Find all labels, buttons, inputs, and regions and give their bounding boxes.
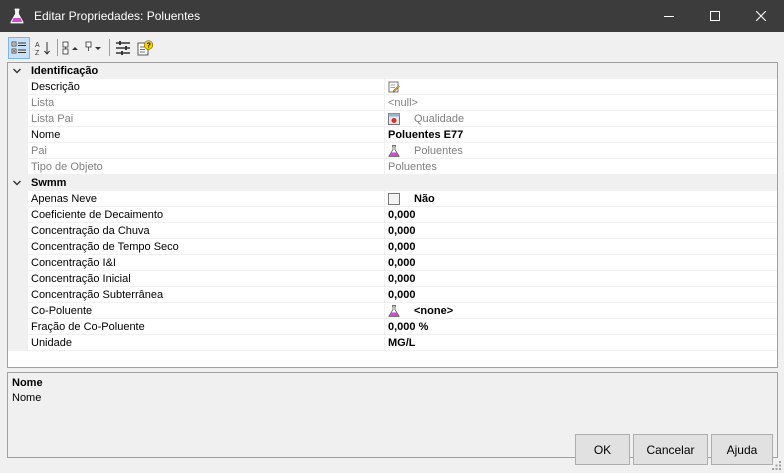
property-value[interactable]: MG/L — [388, 337, 416, 349]
sliders-icon — [116, 41, 130, 55]
property-row-nome[interactable]: Nome Poluentes E77 — [8, 127, 777, 143]
property-pages-button[interactable] — [113, 37, 133, 59]
property-name: Concentração da Chuva — [31, 225, 150, 237]
edit-icon[interactable] — [388, 81, 400, 93]
property-value[interactable]: 0,000 — [388, 273, 416, 285]
property-row-pai[interactable]: Pai Poluentes — [8, 143, 777, 159]
category-swmm[interactable]: Swmm — [8, 175, 777, 191]
property-name: Fração de Co-Poluente — [31, 321, 145, 333]
property-value[interactable]: 0,000 — [388, 257, 416, 269]
toolbar: A Z ? — [0, 32, 784, 62]
property-name: Descrição — [31, 81, 80, 93]
category-identificacao[interactable]: Identificação — [8, 63, 777, 79]
property-value[interactable]: 0,000 — [388, 209, 416, 221]
property-row-concentracao-subterranea[interactable]: Concentração Subterrânea 0,000 — [8, 287, 777, 303]
expand-all-button[interactable] — [61, 37, 81, 59]
property-name: Concentração de Tempo Seco — [31, 241, 179, 253]
svg-text:A: A — [35, 42, 40, 49]
apenas-neve-checkbox[interactable] — [388, 193, 400, 205]
property-value: Poluentes — [388, 161, 437, 173]
chevron-down-icon[interactable] — [12, 66, 22, 76]
property-value[interactable]: 0,000 % — [388, 321, 428, 333]
flask-icon — [10, 8, 24, 24]
property-name: Unidade — [31, 337, 72, 349]
property-row-apenas-neve[interactable]: Apenas Neve Não — [8, 191, 777, 207]
property-row-lista-pai[interactable]: Lista Pai Qualidade — [8, 111, 777, 127]
ok-button[interactable]: OK — [575, 434, 630, 465]
property-grid: Identificação Descrição Lista <null> Lis… — [7, 62, 778, 368]
category-label: Identificação — [31, 65, 99, 77]
resize-grip-icon[interactable] — [772, 461, 782, 471]
property-name: Concentração Subterrânea — [31, 289, 164, 301]
property-name: Concentração I&I — [31, 257, 116, 269]
collapse-all-button[interactable] — [84, 37, 104, 59]
maximize-button[interactable] — [692, 0, 738, 32]
svg-text:?: ? — [147, 43, 151, 50]
property-name: Apenas Neve — [31, 193, 98, 205]
categorized-view-button[interactable] — [8, 37, 30, 59]
property-value[interactable]: <none> — [388, 305, 453, 317]
property-row-coeficiente-de-decaimento[interactable]: Coeficiente de Decaimento 0,000 — [8, 207, 777, 223]
property-row-lista[interactable]: Lista <null> — [8, 95, 777, 111]
category-label: Swmm — [31, 177, 67, 189]
property-row-unidade[interactable]: Unidade MG/L — [8, 335, 777, 351]
property-row-tipo-de-objeto[interactable]: Tipo de Objeto Poluentes — [8, 159, 777, 175]
property-row-concentracao-ii[interactable]: Concentração I&I 0,000 — [8, 255, 777, 271]
property-row-co-poluente[interactable]: Co-Poluente <none> — [8, 303, 777, 319]
property-value[interactable]: 0,000 — [388, 225, 416, 237]
categorized-icon — [11, 41, 26, 54]
description-title: Nome — [12, 377, 43, 389]
property-row-concentracao-de-tempo-seco[interactable]: Concentração de Tempo Seco 0,000 — [8, 239, 777, 255]
property-value[interactable]: Não — [388, 193, 435, 205]
property-value: Poluentes — [388, 145, 463, 157]
property-name: Tipo de Objeto — [31, 161, 103, 173]
alphabetical-view-button[interactable]: A Z — [32, 37, 54, 59]
list-icon — [388, 113, 400, 125]
close-button[interactable] — [738, 0, 784, 32]
property-name: Pai — [31, 145, 47, 157]
property-name: Concentração Inicial — [31, 273, 131, 285]
maximize-icon — [710, 11, 720, 21]
flask-icon — [388, 145, 400, 157]
help-toolbar-button[interactable]: ? — [135, 37, 155, 59]
property-value[interactable]: 0,000 — [388, 289, 416, 301]
property-name: Co-Poluente — [31, 305, 93, 317]
property-row-concentracao-inicial[interactable]: Concentração Inicial 0,000 — [8, 271, 777, 287]
window-title: Editar Propriedades: Poluentes — [34, 9, 201, 23]
title-bar: Editar Propriedades: Poluentes — [0, 0, 784, 32]
property-row-concentracao-da-chuva[interactable]: Concentração da Chuva 0,000 — [8, 223, 777, 239]
minimize-button[interactable] — [646, 0, 692, 32]
description-text: Nome — [12, 392, 42, 404]
help-button[interactable]: Ajuda — [711, 434, 773, 465]
close-icon — [756, 11, 766, 21]
cancel-button[interactable]: Cancelar — [633, 434, 708, 465]
svg-text:Z: Z — [35, 50, 40, 56]
sort-alphabetical-icon: A Z — [35, 42, 50, 56]
chevron-down-icon[interactable] — [12, 178, 22, 188]
property-value[interactable] — [388, 81, 414, 93]
property-value: <null> — [388, 97, 418, 109]
expand-icon — [62, 41, 78, 55]
property-name: Lista — [31, 97, 55, 109]
property-value[interactable]: Poluentes E77 — [388, 129, 463, 141]
property-name: Coeficiente de Decaimento — [31, 209, 164, 221]
minimize-icon — [664, 16, 674, 17]
property-row-descricao[interactable]: Descrição — [8, 79, 777, 95]
property-value[interactable]: 0,000 — [388, 241, 416, 253]
property-value: Qualidade — [388, 113, 464, 125]
property-name: Lista Pai — [31, 113, 74, 125]
help-page-icon: ? — [137, 40, 153, 56]
collapse-icon — [85, 41, 101, 51]
property-name: Nome — [31, 129, 61, 141]
property-row-fracao-de-co-poluente[interactable]: Fração de Co-Poluente 0,000 % — [8, 319, 777, 335]
flask-icon — [388, 305, 400, 317]
